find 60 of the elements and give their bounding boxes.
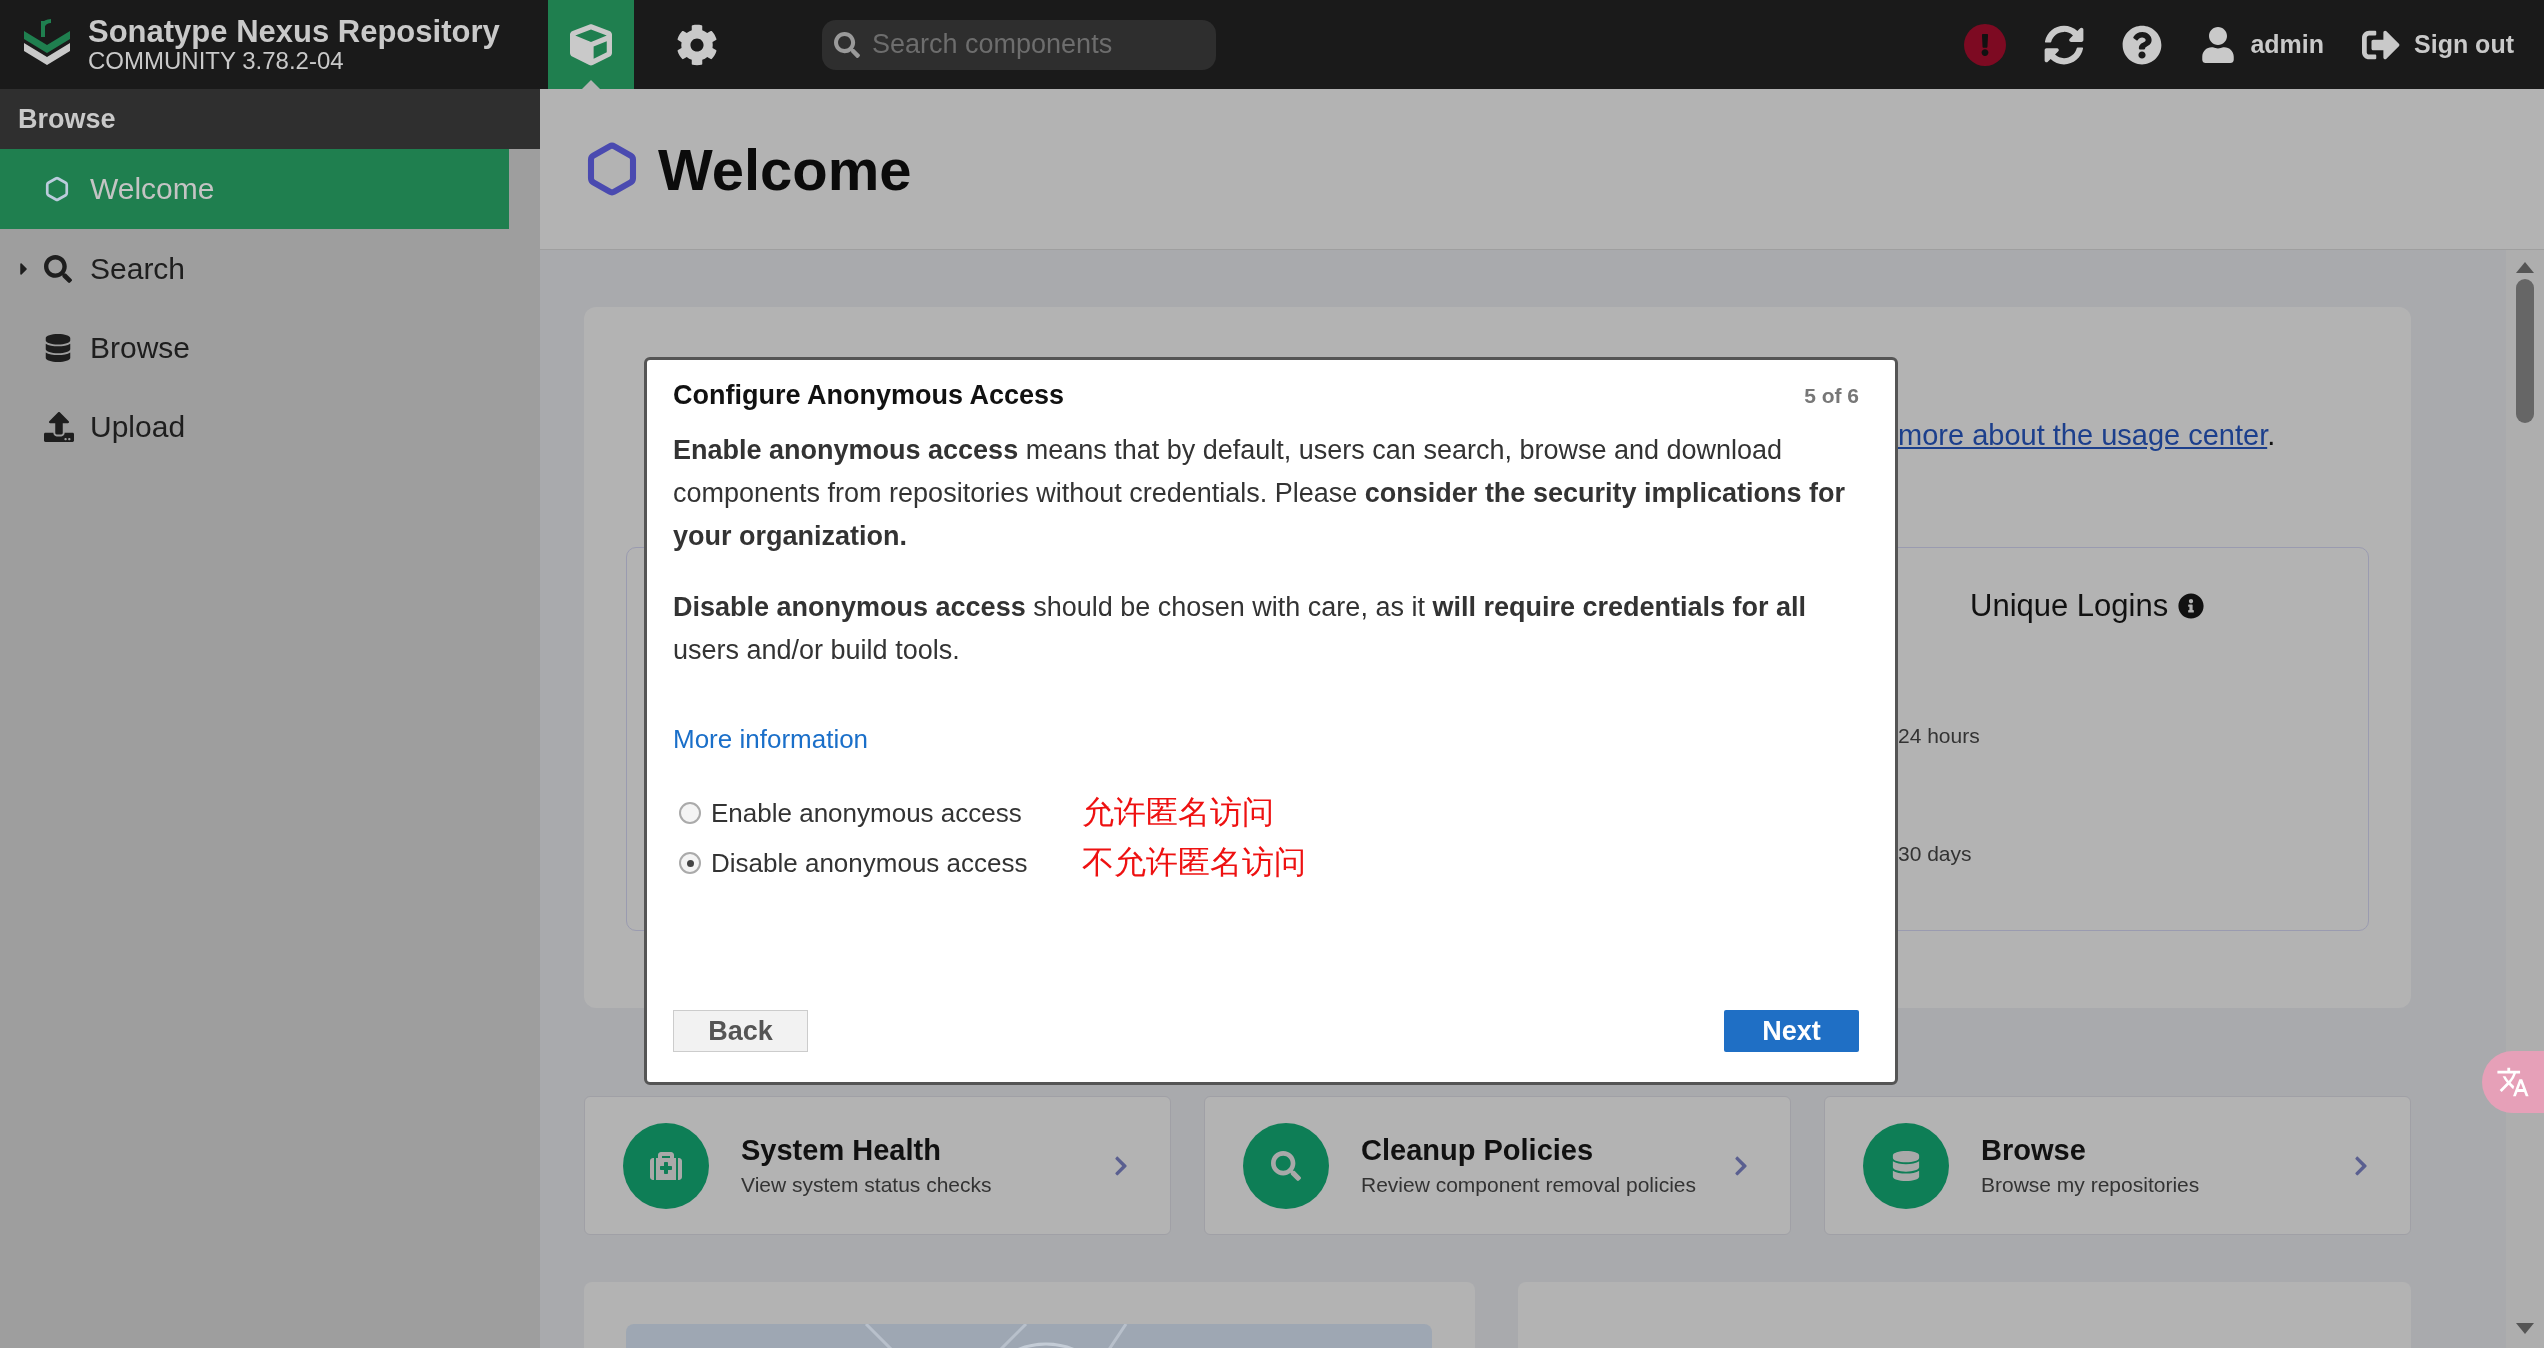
shortcut-subtitle: View system status checks <box>741 1173 993 1197</box>
radio-label: Disable anonymous access <box>711 847 1028 879</box>
back-button[interactable]: Back <box>673 1010 808 1052</box>
search-icon <box>834 31 860 58</box>
sidebar-item[interactable]: Search <box>0 229 509 309</box>
scrollbar[interactable] <box>2506 250 2544 1348</box>
shortcut-card[interactable]: Cleanup Policies Review component removal policies <box>1204 1096 1791 1235</box>
product-name: Sonatype Nexus Repository <box>88 15 500 49</box>
dialog-paragraph: Enable anonymous access means that by default, users can search, browse and download components from repositories without credentials. Please consider the security implications for your organization. <box>673 434 1846 553</box>
radio-option[interactable]: Disable anonymous access <box>679 841 1028 885</box>
period-text: . <box>2267 419 2276 451</box>
shortcut-subtitle: Browse my repositories <box>1981 1173 2201 1197</box>
shortcut-title: Cleanup Policies <box>1361 1134 1595 1167</box>
product-edition: COMMUNITY 3.78.2-04 <box>88 48 344 74</box>
shortcut-title: Browse <box>1981 1134 2087 1167</box>
shortcut-title: System Health <box>741 1134 942 1167</box>
info-icon[interactable] <box>2178 593 2205 619</box>
sidebar-item-label: Browse <box>90 331 191 365</box>
upload-icon <box>44 412 74 442</box>
next-button[interactable]: Next <box>1724 1010 1859 1052</box>
refresh-icon[interactable] <box>2044 24 2085 65</box>
user-icon <box>2200 26 2237 63</box>
step-counter: 5 of 6 <box>1804 383 1859 408</box>
shortcut-subtitle: Review component removal policies <box>1361 1173 1697 1197</box>
help-icon[interactable] <box>2122 24 2163 65</box>
sidebar-heading: Browse <box>0 89 540 149</box>
sidebar-item-label: Search <box>90 252 186 286</box>
sidebar-item[interactable]: Browse <box>0 308 509 388</box>
user-button[interactable]: admin <box>2200 26 2324 63</box>
usage-center-link[interactable]: more about the usage center <box>1898 419 2268 451</box>
search-input[interactable]: Search components <box>870 28 1204 61</box>
sidebar-item[interactable]: Upload <box>0 387 509 467</box>
annotation: 允许匿名访问 <box>1081 793 1275 832</box>
cube-icon <box>570 23 612 66</box>
more-information-link[interactable]: More information <box>673 724 869 755</box>
search-icon <box>44 255 72 283</box>
sidebar-item-label: Welcome <box>90 172 215 206</box>
radio-icon[interactable] <box>679 802 701 824</box>
annotation: 不允许匿名访问 <box>1081 843 1306 882</box>
translate-icon <box>2496 1065 2530 1099</box>
medkit-icon <box>650 1149 682 1182</box>
page-title: Welcome <box>658 135 912 203</box>
stat-title: Unique Logins <box>1970 588 2169 624</box>
search-field[interactable]: Search components <box>822 19 1216 70</box>
shortcut-card[interactable]: Browse Browse my repositories <box>1824 1096 2411 1235</box>
stat-label: 24 hours <box>1898 724 1981 748</box>
dialog-paragraph: Disable anonymous access should be chosen with care, as it will require credentials for all users and/or build tools. <box>673 591 1808 667</box>
radio-icon[interactable] <box>679 852 701 874</box>
stat-label: 30 days <box>1898 842 1973 866</box>
database-icon <box>44 334 72 362</box>
sign-out-button[interactable]: Sign out <box>2362 25 2514 64</box>
hexagon-icon <box>44 176 70 202</box>
radio-label: Enable anonymous access <box>711 797 1022 829</box>
search-icon <box>1271 1150 1301 1181</box>
dialog-title: Configure Anonymous Access <box>673 380 1065 411</box>
database-icon <box>1891 1150 1921 1181</box>
shortcut-card[interactable]: System Health View system status checks <box>584 1096 1171 1235</box>
sidebar-item-label: Upload <box>90 410 186 444</box>
radio-option[interactable]: Enable anonymous access <box>679 791 1028 835</box>
settings-icon <box>676 23 718 66</box>
